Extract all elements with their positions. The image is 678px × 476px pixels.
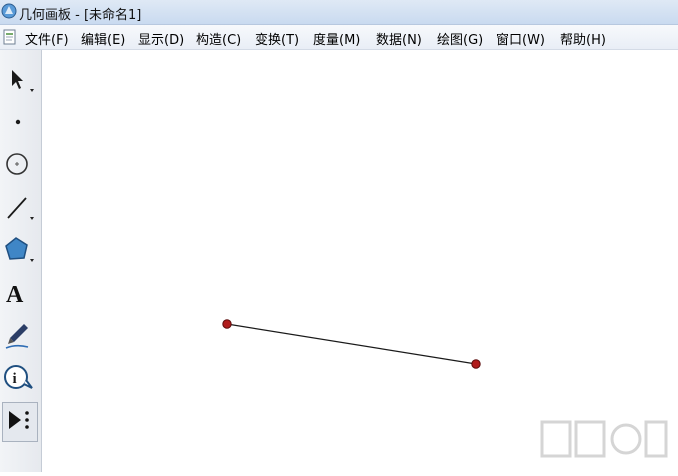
- point-tool-icon: [15, 119, 21, 125]
- menu-display[interactable]: 显示(D): [138, 29, 184, 48]
- menu-transform[interactable]: 变换(T): [255, 29, 299, 48]
- svg-text:i: i: [13, 371, 17, 387]
- toolbox: A i: [0, 50, 42, 472]
- sketch-canvas[interactable]: [43, 51, 678, 472]
- line-segment[interactable]: [226, 323, 477, 365]
- compass-tool[interactable]: [2, 148, 38, 188]
- window-title: 几何画板 - [未命名1]: [19, 8, 142, 23]
- document-icon[interactable]: [3, 29, 17, 45]
- text-tool[interactable]: A: [2, 276, 38, 316]
- straightedge-tool-icon: [7, 197, 34, 220]
- marker-tool[interactable]: [2, 318, 38, 358]
- selection-arrow-tool[interactable]: [2, 62, 38, 102]
- straightedge-tool[interactable]: [2, 190, 38, 230]
- polygon-tool[interactable]: [2, 232, 38, 272]
- compass-tool-icon: [6, 153, 28, 175]
- information-tool-icon: i: [4, 365, 33, 389]
- menu-measure[interactable]: 度量(M): [313, 29, 360, 48]
- point-tool[interactable]: [2, 106, 38, 146]
- marker-tool-icon: [5, 324, 29, 349]
- menu-edit[interactable]: 编辑(E): [81, 29, 125, 48]
- menu-bar: 文件(F) 编辑(E) 显示(D) 构造(C) 变换(T) 度量(M) 数据(N…: [0, 25, 678, 50]
- watermark-logo: [540, 420, 668, 458]
- polygon-tool-icon: [5, 237, 34, 262]
- menu-construct[interactable]: 构造(C): [196, 29, 241, 48]
- selection-arrow-icon: [12, 70, 34, 92]
- text-tool-icon: A: [6, 282, 24, 308]
- title-bar: 几何画板 - [未命名1]: [0, 0, 678, 25]
- menu-file[interactable]: 文件(F): [25, 29, 69, 48]
- menu-graph[interactable]: 绘图(G): [437, 29, 483, 48]
- segment-endpoint-b[interactable]: [471, 359, 481, 369]
- menu-window[interactable]: 窗口(W): [496, 29, 545, 48]
- svg-text:A: A: [6, 282, 24, 308]
- app-icon: [1, 3, 17, 19]
- custom-tool-icon: [9, 411, 29, 429]
- menu-data[interactable]: 数据(N): [376, 29, 422, 48]
- sketch-svg: [222, 319, 481, 369]
- custom-tool[interactable]: [2, 402, 38, 442]
- menu-help[interactable]: 帮助(H): [560, 29, 606, 48]
- segment-endpoint-a[interactable]: [222, 319, 232, 329]
- information-tool[interactable]: i: [2, 360, 38, 400]
